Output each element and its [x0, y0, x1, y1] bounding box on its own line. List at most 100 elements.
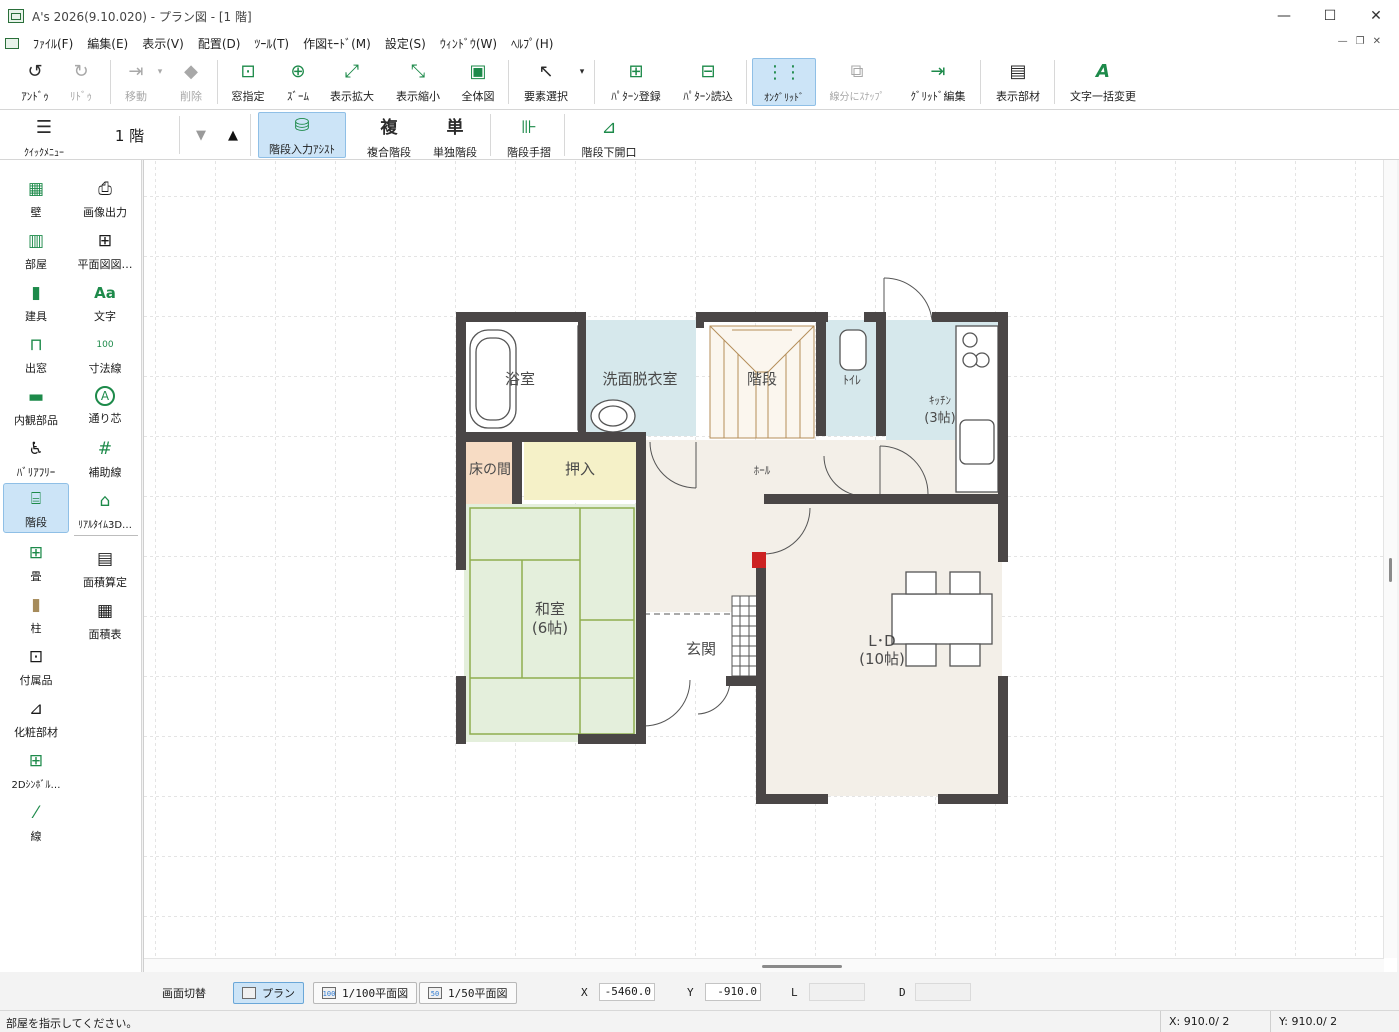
chevron-down-icon: ▾: [579, 66, 585, 77]
menu-settings[interactable]: 設定(S): [385, 35, 426, 52]
floor-plan[interactable]: 浴室 洗面脱衣室 階段 ﾄｲﾚ ｷｯﾁﾝ (3帖) 床の間 押入 ﾎｰﾙ 和室 …: [144, 160, 1384, 958]
menu-tools[interactable]: ﾂｰﾙ(T): [254, 35, 289, 52]
compound-stair-button[interactable]: 複 複合階段: [362, 110, 416, 160]
pattern-load-button[interactable]: ⊟ ﾊﾟﾀｰﾝ読込: [676, 54, 740, 104]
palette-plan-drawing[interactable]: ⊞ 平面図図…: [72, 226, 138, 276]
palette-fittings[interactable]: ▮ 建具: [3, 278, 69, 328]
eraser-icon: ◆: [184, 61, 198, 82]
menu-edit[interactable]: 編集(E): [87, 35, 128, 52]
show-parts-button[interactable]: ▤ 表示部材: [988, 54, 1048, 104]
room-label-toilet: ﾄｲﾚ: [843, 373, 861, 387]
maximize-button[interactable]: ☐: [1307, 0, 1353, 32]
snap-segment-toggle[interactable]: ⧉ 線分にｽﾅｯﾌﾟ: [822, 54, 892, 104]
minimize-button[interactable]: —: [1261, 0, 1307, 32]
zoom-icon: ⊕: [290, 61, 306, 82]
x-coord-label: X: [581, 986, 588, 999]
room-label-kitchen: ｷｯﾁﾝ: [929, 394, 951, 407]
stair-opening-button[interactable]: ⊿ 階段下開口: [572, 110, 646, 160]
document-icon[interactable]: [5, 37, 19, 49]
palette-wall[interactable]: ▦ 壁: [3, 174, 69, 224]
mdi-restore-icon[interactable]: ❐: [1356, 36, 1365, 47]
menu-place[interactable]: 配置(D): [198, 35, 241, 52]
menu-file[interactable]: ﾌｧｲﾙ(F): [33, 35, 73, 52]
house-3d-icon: ⌂: [99, 490, 111, 511]
menu-view[interactable]: 表示(V): [142, 35, 184, 52]
y-coord-field[interactable]: -910.0: [705, 983, 761, 1001]
chair: [905, 571, 937, 595]
plan-50-tab[interactable]: 50 1/50平面図: [419, 982, 517, 1004]
select-element-button[interactable]: ↖ 要素選択: [518, 54, 574, 104]
palette-area-calc[interactable]: ▤ 面積算定: [72, 544, 138, 594]
stair-assist-button[interactable]: ⛁ 階段入力ｱｼｽﾄ: [258, 112, 346, 158]
palette-stairs[interactable]: ⌸ 階段: [3, 483, 69, 533]
palette-text[interactable]: Aa 文字: [72, 278, 138, 328]
single-stair-button[interactable]: 単 単独階段: [428, 110, 482, 160]
plan-canvas[interactable]: 浴室 洗面脱衣室 階段 ﾄｲﾚ ｷｯﾁﾝ (3帖) 床の間 押入 ﾎｰﾙ 和室 …: [144, 160, 1384, 958]
fit-all-button[interactable]: ▣ 全体図: [454, 54, 502, 104]
palette-line[interactable]: ⁄ 線: [3, 798, 69, 848]
text-replace-button[interactable]: A 文字一括変更: [1062, 54, 1144, 104]
floor-up-icon[interactable]: ▲: [220, 122, 246, 148]
undo-button[interactable]: ↺ ｱﾝﾄﾞｩ: [10, 54, 60, 104]
palette-aux-line[interactable]: # 補助線: [72, 434, 138, 484]
menu-window[interactable]: ｳｨﾝﾄﾞｳ(W): [440, 35, 497, 52]
window-zoom-button[interactable]: ⊡ 窓指定: [224, 54, 272, 104]
palette-trim[interactable]: ⊿ 化粧部材: [3, 694, 69, 744]
menu-help[interactable]: ﾍﾙﾌﾟ(H): [511, 35, 553, 52]
mdi-close-icon[interactable]: ✕: [1373, 36, 1381, 47]
parts-list-icon: ▤: [1009, 61, 1027, 82]
single-stair-icon: 単: [446, 117, 464, 138]
plan-view-tab[interactable]: プラン: [233, 982, 304, 1004]
pattern-save-button[interactable]: ⊞ ﾊﾟﾀｰﾝ登録: [604, 54, 668, 104]
palette-2d-symbol[interactable]: ⊞ 2Dｼﾝﾎﾞﾙ…: [3, 746, 69, 796]
accessories-icon: ⊡: [28, 646, 44, 667]
status-message: 部屋を指示してください。: [6, 1017, 138, 1030]
floor-down-icon[interactable]: ▼: [188, 122, 214, 148]
on-grid-toggle[interactable]: ⋮⋮ ｵﾝｸﾞﾘｯﾄﾞ: [752, 58, 816, 106]
redo-button[interactable]: ↻ ﾘﾄﾞｩ: [58, 54, 104, 104]
redo-icon: ↻: [73, 61, 89, 82]
scroll-thumb[interactable]: [762, 965, 842, 968]
segment-snap-icon: ⧉: [850, 61, 864, 82]
palette-tatami[interactable]: ⊞ 畳: [3, 538, 69, 588]
palette-interior-parts[interactable]: ▬ 内観部品: [3, 382, 69, 432]
shrink-icon: ⤡: [410, 61, 426, 82]
palette-bay-window[interactable]: ⊓ 出窓: [3, 330, 69, 380]
zoom-in-button[interactable]: ⤢ 表示拡大: [324, 54, 380, 104]
length-field[interactable]: [809, 983, 865, 1001]
stair-rail-button[interactable]: ⊪ 階段手摺: [500, 110, 558, 160]
scroll-thumb[interactable]: [1389, 558, 1392, 582]
palette-area-table[interactable]: ▦ 面積表: [72, 596, 138, 646]
palette-column[interactable]: ▮ 柱: [3, 590, 69, 640]
close-button[interactable]: ✕: [1353, 0, 1399, 32]
room-label-kitchen-size: (3帖): [924, 411, 955, 426]
delete-button[interactable]: ◆ 削除: [170, 54, 212, 104]
screen-switch-button[interactable]: 画面切替: [153, 982, 215, 1004]
move-dropdown[interactable]: ▾: [154, 54, 166, 84]
palette-axis[interactable]: A 通り芯: [72, 382, 138, 432]
plan-100-tab[interactable]: 100 1/100平面図: [313, 982, 418, 1004]
palette-image-output[interactable]: ⎙ 画像出力: [72, 174, 138, 224]
palette-realtime-3d[interactable]: ⌂ ﾘｱﾙﾀｲﾑ3D…: [72, 486, 138, 536]
stair-toolbar: ☰ ｸｲｯｸﾒﾆｭｰ 1 階 ▼ ▲ ⛁ 階段入力ｱｼｽﾄ 複 複合階段 単 単…: [0, 110, 1399, 160]
palette-accessories[interactable]: ⊡ 付属品: [3, 642, 69, 692]
palette-barrier-free[interactable]: ♿ ﾊﾞﾘｱﾌﾘｰ: [3, 434, 69, 484]
palette-room[interactable]: ▥ 部屋: [3, 226, 69, 276]
zoom-out-button[interactable]: ⤡ 表示縮小: [390, 54, 446, 104]
mdi-minimize-icon[interactable]: —: [1338, 36, 1348, 47]
menu-drawmode[interactable]: 作図ﾓｰﾄﾞ(M): [303, 35, 371, 52]
horizontal-scrollbar[interactable]: [144, 958, 1384, 972]
room-label-washitsu-size: (6帖): [532, 619, 568, 637]
floor-selector[interactable]: 1 階: [80, 116, 180, 154]
select-dropdown[interactable]: ▾: [576, 54, 588, 84]
grid-edit-button[interactable]: ⇥ ｸﾞﾘｯﾄﾞ編集: [902, 54, 974, 104]
direction-field[interactable]: [915, 983, 971, 1001]
quick-menu-button[interactable]: ☰ ｸｲｯｸﾒﾆｭｰ: [10, 110, 78, 160]
drawing-area[interactable]: 浴室 洗面脱衣室 階段 ﾄｲﾚ ｷｯﾁﾝ (3帖) 床の間 押入 ﾎｰﾙ 和室 …: [143, 160, 1397, 972]
palette-dimension[interactable]: 100 寸法線: [72, 330, 138, 380]
tatami-icon: ⊞: [28, 542, 44, 563]
x-coord-field[interactable]: -5460.0: [599, 983, 655, 1001]
zoom-button[interactable]: ⊕ ｽﾞｰﾑ: [278, 54, 318, 104]
plan-100-icon: 100: [322, 987, 336, 999]
vertical-scrollbar[interactable]: [1383, 160, 1397, 958]
